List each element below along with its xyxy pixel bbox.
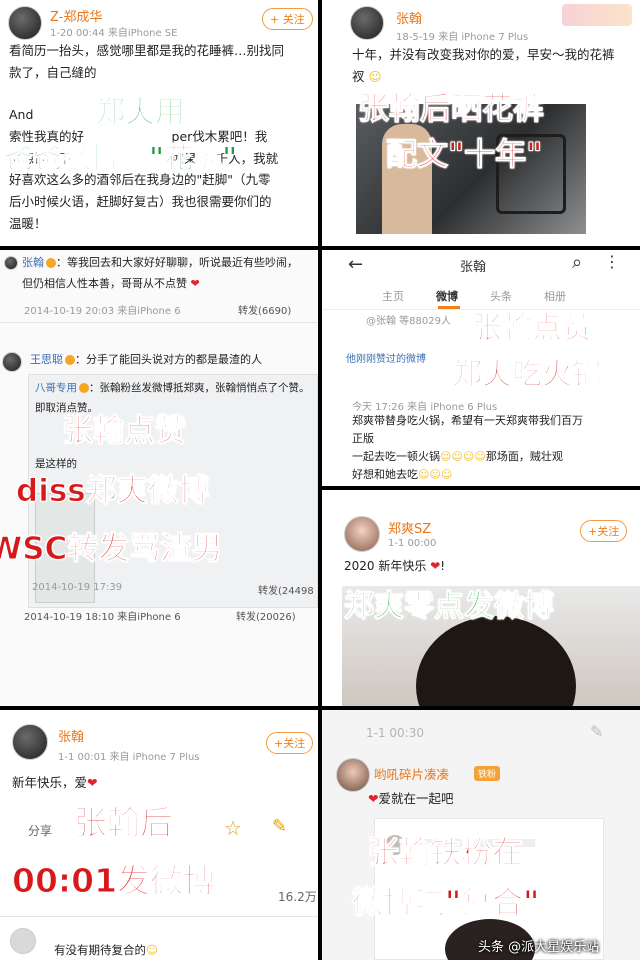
tab-bar: 主页 微博 头条 相册 bbox=[322, 280, 640, 310]
post-text: 看简历一抬头，感觉哪里都是我的花睡裤…别找同 款了，自己缝的 And 索性我真的… bbox=[9, 43, 285, 232]
caption-line-2: diss郑爽微博 bbox=[16, 473, 211, 509]
avatar[interactable] bbox=[350, 6, 384, 40]
quoted-repost-count[interactable]: 转发(24498 bbox=[258, 582, 314, 597]
tab-weibo[interactable]: 微博 bbox=[436, 288, 458, 304]
repost-count[interactable]: 转发(6690) bbox=[238, 302, 291, 317]
caption-line-1: 张翰铁粉在 bbox=[368, 835, 524, 871]
watermark: 头条 @派大星娱乐站 bbox=[478, 940, 600, 955]
caption-line-2: 00:01发微博 bbox=[11, 861, 217, 900]
post-text: 十年，并没有改变我对你的爱，早安～我的花裤 衩 ☺ bbox=[352, 47, 615, 84]
caption-line-2: 配文"十年" bbox=[385, 137, 543, 173]
caption-line-1: 张翰点赞 bbox=[472, 311, 593, 346]
likers: @张翰 等88029人 bbox=[366, 316, 451, 327]
share-button[interactable]: 分享 bbox=[28, 822, 52, 839]
comment-text: 有没有期待复合的☺ bbox=[54, 943, 158, 957]
post-meta: 1-20 00:44 来自iPhone SE bbox=[50, 28, 178, 39]
avatar[interactable] bbox=[344, 516, 380, 552]
star-icon[interactable]: ☆ bbox=[224, 816, 242, 840]
quoted-meta: 2014-10-19 17:39 bbox=[32, 582, 123, 593]
bottom-repost-count[interactable]: 转发(20026) bbox=[236, 608, 296, 623]
repost-mid: 王思聪 ：分手了能回头说对方的都是最渣的人 bbox=[30, 353, 262, 366]
post-meta: 1-1 00:00 bbox=[388, 538, 437, 549]
follow-button[interactable]: +关注 bbox=[266, 732, 314, 754]
back-icon[interactable]: ← bbox=[348, 254, 363, 275]
panel-zheng-father-post: Z-郑成华 1-20 00:44 来自iPhone SE + 关注 看简历一抬头… bbox=[0, 0, 318, 246]
username[interactable]: 郑爽SZ bbox=[388, 518, 431, 537]
tab-album[interactable]: 相册 bbox=[544, 288, 566, 304]
username[interactable]: 张翰 bbox=[396, 8, 422, 27]
repost-meta: 2014-10-19 20:03 来自iPhone 6 bbox=[24, 306, 181, 317]
caption-line-2: 郑爽吃火锅 bbox=[452, 357, 603, 392]
post-text: 新年快乐，爱❤ bbox=[12, 775, 98, 790]
bottom-meta: 2014-10-19 18:10 来自iPhone 6 bbox=[24, 612, 181, 623]
liked-post-text: 郑爽带替身吃火锅，希望有一天郑爽带我们百万 正版 一起去吃一顿火锅☺☺☺☺那场面… bbox=[352, 414, 583, 482]
avatar[interactable] bbox=[2, 352, 22, 372]
panel-zhang-liked-hotpot: ← 张翰 ⌕ ⋮ 主页 微博 头条 相册 @张翰 等88029人 他刚刚赞过的微… bbox=[322, 250, 640, 486]
fan-badge: 铁粉 bbox=[474, 766, 501, 781]
section-title: 他刚刚赞过的微博 bbox=[346, 354, 426, 365]
like-count: 16.2万 bbox=[278, 890, 317, 904]
username[interactable]: Z-郑成华 bbox=[50, 6, 102, 25]
repost-top: 张翰 ：等我回去和大家好好聊聊，听说最近有些吵闹， 但仍相信人性本善，哥哥从不点赞… bbox=[22, 256, 298, 290]
divider bbox=[0, 322, 318, 323]
panel-repost-chain: 张翰 ：等我回去和大家好好聊聊，听说最近有些吵闹， 但仍相信人性本善，哥哥从不点赞… bbox=[0, 250, 318, 706]
caption-line-1: 张翰后晒花裤 bbox=[358, 91, 545, 127]
panel-zheng-midnight-post: 郑爽SZ 1-1 00:00 +关注 2020 新年快乐 ❤! 郑爽零点发微博 bbox=[322, 490, 640, 706]
post-text: ❤爱就在一起吧 bbox=[368, 791, 454, 806]
username[interactable]: 张翰 bbox=[58, 726, 84, 745]
follow-button[interactable]: + 关注 bbox=[262, 8, 313, 30]
caption-line-2: 爸爸微博晒"花裤" bbox=[3, 141, 238, 176]
caption-line-2: 微博喊"复合" bbox=[351, 885, 540, 921]
tab-headline[interactable]: 头条 bbox=[490, 288, 512, 304]
caption-line-1: 郑爽用 bbox=[95, 95, 186, 130]
item-meta: 今天 17:26 来自 iPhone 6 Plus bbox=[352, 402, 498, 413]
panel-zhang-0001-post: 张翰 1-1 00:01 来自 iPhone 7 Plus +关注 新年快乐，爱… bbox=[0, 710, 318, 960]
avatar[interactable] bbox=[336, 758, 370, 792]
avatar[interactable] bbox=[4, 256, 18, 270]
post-meta: 1-1 00:30 bbox=[366, 726, 424, 740]
avatar[interactable] bbox=[8, 6, 42, 40]
caption-line-3: WSC转发骂渣男 bbox=[0, 531, 223, 567]
divider bbox=[0, 916, 318, 917]
tab-home[interactable]: 主页 bbox=[382, 288, 404, 304]
panel-fan-comment: 1-1 00:30 ✎ 哟吼碎片凑凑 铁粉 ❤爱就在一起吧 张翰铁粉在 微博喊"… bbox=[322, 710, 640, 960]
follow-button[interactable]: +关注 bbox=[580, 520, 628, 542]
caption-line-1: 张翰后 bbox=[74, 803, 174, 842]
caption-line-1: 张翰点赞 bbox=[62, 413, 187, 449]
fan-badge-icon bbox=[562, 4, 632, 26]
post-text: 2020 新年快乐 ❤! bbox=[344, 559, 446, 573]
active-tab-indicator bbox=[438, 306, 460, 309]
post-meta: 18-5-19 来自 iPhone 7 Plus bbox=[396, 32, 529, 43]
edit-icon[interactable]: ✎ bbox=[272, 816, 287, 837]
header-title: 张翰 bbox=[460, 260, 487, 275]
caption-line-1: 郑爽零点发微博 bbox=[344, 589, 555, 624]
commenter-avatar[interactable] bbox=[10, 928, 36, 954]
search-icon[interactable]: ⌕ bbox=[572, 252, 582, 273]
avatar[interactable] bbox=[12, 724, 48, 760]
post-meta: 1-1 00:01 来自 iPhone 7 Plus bbox=[58, 752, 200, 763]
username[interactable]: 哟吼碎片凑凑 bbox=[374, 764, 449, 783]
edit-icon[interactable]: ✎ bbox=[590, 722, 603, 741]
panel-zhang-han-pants-post: 张翰 18-5-19 来自 iPhone 7 Plus 十年，并没有改变我对你的… bbox=[322, 0, 640, 246]
more-icon[interactable]: ⋮ bbox=[604, 252, 620, 271]
